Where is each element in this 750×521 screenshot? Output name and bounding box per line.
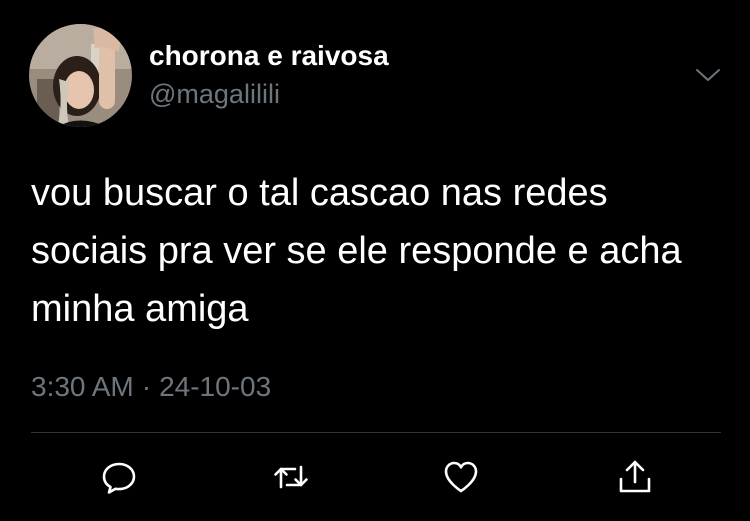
divider [31,432,721,433]
like-button[interactable] [439,455,483,499]
reply-button[interactable] [97,455,141,499]
share-button[interactable] [613,455,657,499]
chevron-down-icon[interactable] [693,62,723,88]
retweet-button[interactable] [269,455,313,499]
tweet-timestamp[interactable]: 3:30 AM · 24-10-03 [31,371,271,403]
share-icon [619,460,651,493]
avatar-image [29,24,132,127]
tweet-date: 24-10-03 [159,371,272,402]
heart-icon [444,461,478,493]
tweet-time: 3:30 AM [31,371,134,402]
tweet-text: vou buscar o tal cascao nas redes sociai… [31,172,682,330]
reply-icon [102,462,136,494]
meta-separator: · [141,371,152,402]
retweet-icon [274,465,308,489]
display-name[interactable]: chorona e raivosa [149,40,389,72]
avatar[interactable] [29,24,132,127]
user-handle[interactable]: @magalilili [149,79,280,110]
